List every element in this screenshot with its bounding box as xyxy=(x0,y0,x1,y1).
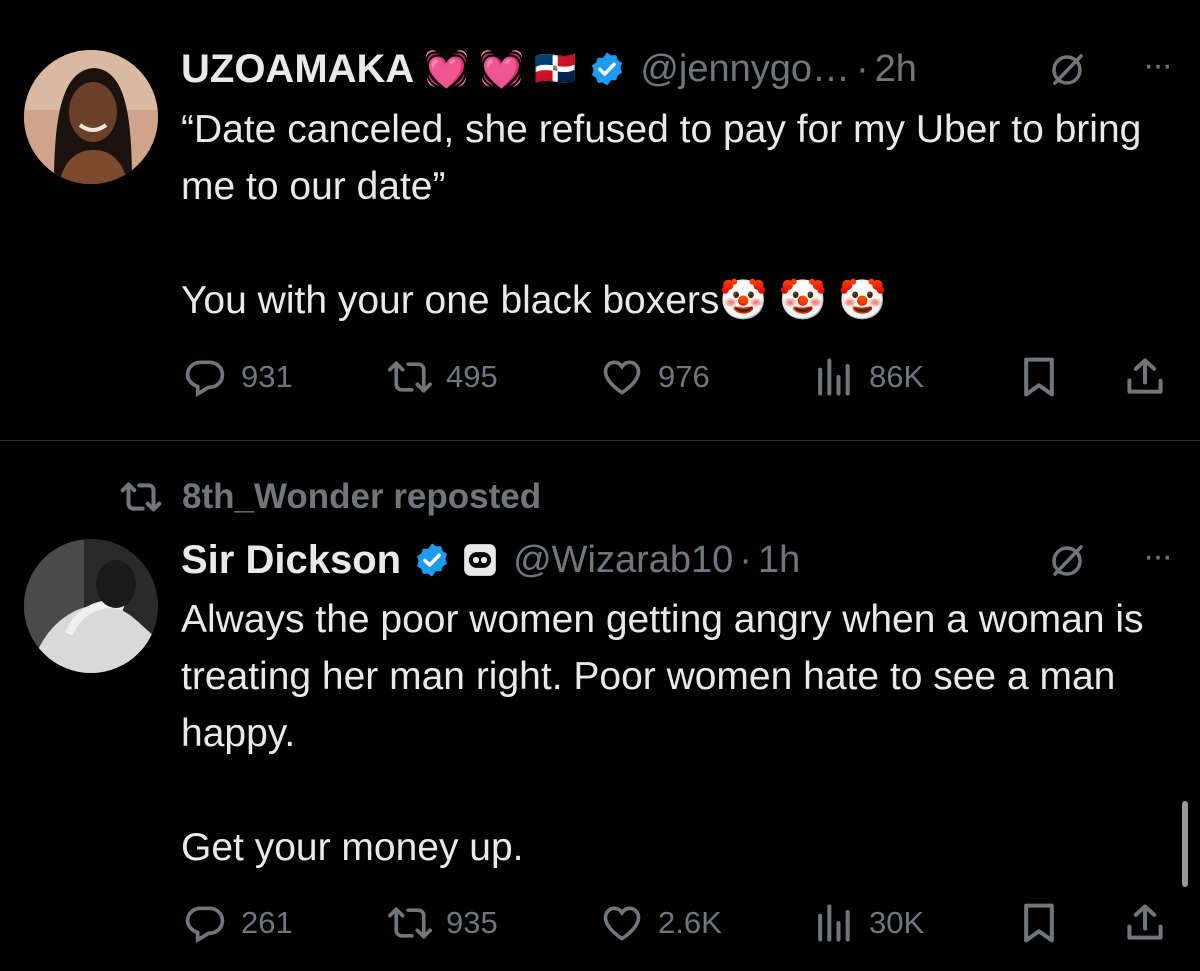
avatar[interactable] xyxy=(24,50,158,184)
scrollbar[interactable] xyxy=(1182,801,1188,887)
retweet-icon xyxy=(120,482,162,512)
author-handle[interactable]: @Wizarab10 xyxy=(513,539,733,582)
views-count: 30K xyxy=(869,905,925,940)
bookmark-icon xyxy=(1024,903,1054,943)
views-count: 86K xyxy=(869,359,925,394)
views-button[interactable]: 86K xyxy=(811,355,924,399)
like-count: 2.6K xyxy=(658,905,722,940)
views-icon xyxy=(818,904,850,942)
share-button[interactable] xyxy=(1123,901,1167,945)
verified-icon xyxy=(417,543,448,577)
timestamp[interactable]: 2h xyxy=(875,48,917,91)
grok-icon[interactable] xyxy=(1047,541,1087,581)
retweet-icon xyxy=(388,361,432,393)
separator-dot: · xyxy=(739,538,752,581)
tweet-actions: 931 495 976 86K xyxy=(183,355,1173,403)
tweet-header: UZOAMAKA 💓 💓 🇩🇴 @jennygo… · 2h ··· xyxy=(181,44,1173,94)
repost-button[interactable]: 935 xyxy=(388,901,498,945)
author-handle[interactable]: @jennygo… xyxy=(640,48,850,91)
views-icon xyxy=(818,358,850,396)
share-button[interactable] xyxy=(1123,355,1167,399)
views-button[interactable]: 30K xyxy=(811,901,924,945)
flag-emoji: 🇩🇴 xyxy=(533,50,577,88)
bookmark-button[interactable] xyxy=(1017,901,1061,945)
author-name[interactable]: UZOAMAKA xyxy=(181,47,414,92)
tweet-text: “Date canceled, she refused to pay for m… xyxy=(181,108,1142,322)
repost-button[interactable]: 495 xyxy=(388,355,498,399)
repost-context-text: 8th_Wonder reposted xyxy=(182,477,542,516)
repost-count: 935 xyxy=(446,905,498,940)
heart-emoji: 💓 xyxy=(479,48,524,89)
like-button[interactable]: 976 xyxy=(600,355,710,399)
verified-icon xyxy=(592,52,623,86)
repost-context[interactable]: 8th_Wonder reposted xyxy=(116,477,541,517)
bookmark-icon xyxy=(1024,357,1054,397)
tweet-header: Sir Dickson @Wizarab10 · 1h ··· xyxy=(181,535,1173,585)
tweet-actions: 261 935 2.6K 30K xyxy=(183,901,1173,949)
bookmark-button[interactable] xyxy=(1017,355,1061,399)
automated-account-icon xyxy=(464,544,496,576)
share-icon xyxy=(1127,904,1163,940)
timestamp[interactable]: 1h xyxy=(758,539,800,582)
tweet-1[interactable]: UZOAMAKA 💓 💓 🇩🇴 @jennygo… · 2h ··· “Date… xyxy=(0,0,1200,441)
share-icon xyxy=(1127,358,1163,394)
grok-icon[interactable] xyxy=(1047,50,1087,90)
like-count: 976 xyxy=(658,359,710,394)
reply-icon xyxy=(185,906,225,944)
reply-count: 261 xyxy=(241,905,293,940)
heart-emoji: 💓 xyxy=(424,48,470,89)
avatar[interactable] xyxy=(24,539,158,673)
author-name[interactable]: Sir Dickson xyxy=(181,538,401,583)
reply-button[interactable]: 931 xyxy=(183,355,293,399)
reply-count: 931 xyxy=(241,359,293,394)
like-icon xyxy=(603,360,641,395)
reply-button[interactable]: 261 xyxy=(183,901,293,945)
retweet-icon xyxy=(388,907,432,939)
tweet-text: Always the poor women getting angry when… xyxy=(181,598,1144,869)
reply-icon xyxy=(185,360,225,398)
more-icon[interactable]: ··· xyxy=(1143,46,1173,85)
like-button[interactable]: 2.6K xyxy=(600,901,722,945)
like-icon xyxy=(603,906,641,941)
tweet-2[interactable]: 8th_Wonder reposted Sir Dickson @Wizarab… xyxy=(0,441,1200,971)
repost-count: 495 xyxy=(446,359,498,394)
more-icon[interactable]: ··· xyxy=(1143,537,1173,576)
separator-dot: · xyxy=(856,47,869,90)
